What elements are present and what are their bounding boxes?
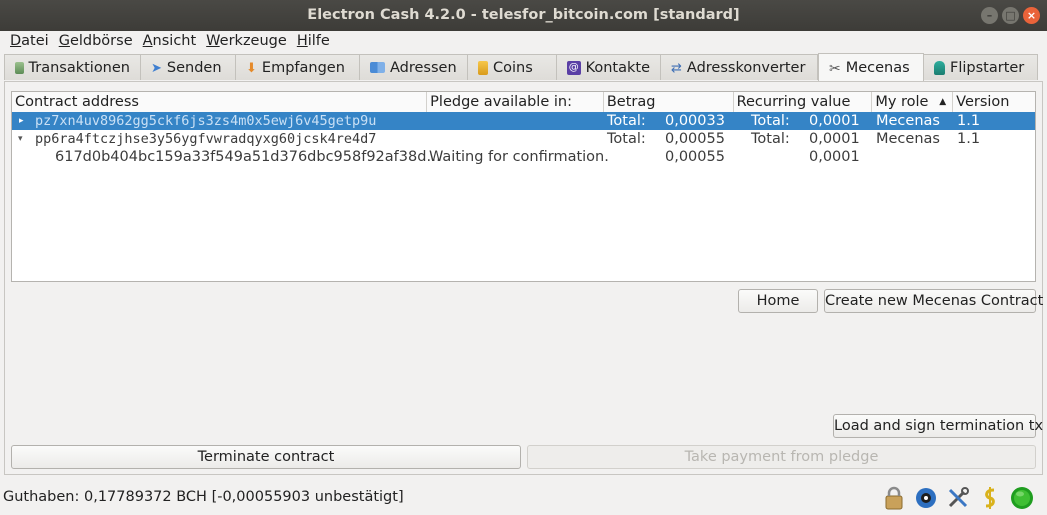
tab-label: Kontakte bbox=[585, 59, 650, 76]
menu-werkzeuge[interactable]: Werkzeuge bbox=[201, 31, 292, 53]
receive-icon: ⬇ bbox=[246, 60, 257, 76]
tab-senden[interactable]: ➤ Senden bbox=[141, 54, 236, 80]
menu-bar: Datei Geldbörse Ansicht Werkzeuge Hilfe bbox=[0, 31, 1047, 53]
load-sign-termination-button[interactable]: Load and sign termination tx bbox=[833, 414, 1043, 438]
pledge-status: Waiting for confirmation. bbox=[429, 149, 609, 165]
tab-label: Mecenas bbox=[845, 59, 910, 76]
contracts-tree[interactable]: Contract address Pledge available in: Be… bbox=[11, 91, 1036, 282]
contacts-icon: @ bbox=[567, 60, 581, 75]
table-row[interactable]: ▾ pp6ra4ftczjhse3y56ygfvwradqyxg60jcsk4r… bbox=[12, 130, 1035, 148]
menu-mnemonic: H bbox=[296, 33, 308, 49]
recurring-value: 0,0001 bbox=[809, 113, 860, 129]
transaction-id: 617d0b404bc159a33f549a51d376dbc958f92af3… bbox=[55, 149, 441, 165]
column-recurring-value[interactable]: Recurring value bbox=[734, 92, 873, 112]
tab-kontakte[interactable]: @ Kontakte bbox=[557, 54, 661, 80]
betrag-label: Total: bbox=[607, 131, 646, 147]
role-value: Mecenas bbox=[876, 113, 940, 129]
tab-mecenas[interactable]: ✂ Mecenas bbox=[818, 53, 924, 81]
tab-adressen[interactable]: Adressen bbox=[360, 54, 468, 80]
betrag-value: 0,00055 bbox=[665, 131, 725, 147]
tab-empfangen[interactable]: ⬇ Empfangen bbox=[236, 54, 360, 80]
recurring-value: 0,0001 bbox=[809, 149, 860, 165]
tab-transaktionen[interactable]: Transaktionen bbox=[4, 54, 141, 80]
column-label: My role bbox=[875, 94, 929, 110]
column-my-role[interactable]: My role ▲ bbox=[872, 92, 954, 112]
betrag-value: 0,00055 bbox=[665, 149, 725, 165]
menu-datei[interactable]: Datei bbox=[0, 31, 54, 53]
version-value: 1.1 bbox=[957, 113, 981, 129]
menu-geldboerse[interactable]: Geldbörse bbox=[54, 31, 138, 53]
terminate-contract-button[interactable]: Terminate contract bbox=[11, 445, 521, 469]
status-icons bbox=[881, 485, 1035, 511]
tools-icon[interactable] bbox=[945, 485, 971, 511]
transactions-icon bbox=[15, 61, 24, 74]
tab-flipstarter[interactable]: Flipstarter bbox=[924, 54, 1038, 80]
network-status-icon[interactable] bbox=[1009, 485, 1035, 511]
addresses-icon bbox=[370, 62, 385, 73]
create-mecenas-contract-button[interactable]: Create new Mecenas Contract bbox=[824, 289, 1043, 313]
menu-label: nsicht bbox=[152, 33, 197, 49]
tab-adresskonverter[interactable]: ⇄ Adresskonverter bbox=[661, 54, 818, 80]
preferences-icon[interactable] bbox=[913, 485, 939, 511]
lock-icon[interactable] bbox=[881, 485, 907, 511]
expand-arrow-icon[interactable]: ▸ bbox=[19, 112, 24, 130]
recurring-label: Total: bbox=[751, 113, 790, 129]
betrag-label: Total: bbox=[607, 113, 646, 129]
flipstarter-icon bbox=[934, 60, 945, 75]
title-bar: Electron Cash 4.2.0 - telesfor_bitcoin.c… bbox=[0, 0, 1047, 31]
converter-icon: ⇄ bbox=[671, 60, 682, 76]
menu-mnemonic: G bbox=[58, 33, 70, 49]
tab-label: Adressen bbox=[390, 59, 457, 76]
coins-icon bbox=[478, 60, 488, 75]
menu-ansicht[interactable]: Ansicht bbox=[138, 31, 202, 53]
table-header: Contract address Pledge available in: Be… bbox=[12, 92, 1035, 113]
recurring-value: 0,0001 bbox=[809, 131, 860, 147]
minimize-button[interactable]: – bbox=[981, 7, 998, 24]
tab-label: Coins bbox=[493, 59, 533, 76]
seed-icon[interactable] bbox=[977, 485, 1003, 511]
betrag-value: 0,00033 bbox=[665, 113, 725, 129]
menu-label: ilfe bbox=[307, 33, 330, 49]
collapse-arrow-icon[interactable]: ▾ bbox=[18, 130, 23, 148]
window-controls: – □ × bbox=[981, 7, 1040, 24]
balance-status: Guthaben: 0,17789372 BCH [-0,00055903 un… bbox=[3, 489, 404, 505]
recurring-label: Total: bbox=[751, 131, 790, 147]
window-title: Electron Cash 4.2.0 - telesfor_bitcoin.c… bbox=[307, 7, 740, 23]
table-row[interactable]: ▸ pz7xn4uv8962gg5ckf6js3zs4m0x5ewj6v45ge… bbox=[12, 112, 1035, 130]
sort-ascending-icon: ▲ bbox=[939, 97, 947, 107]
maximize-button[interactable]: □ bbox=[1002, 7, 1019, 24]
tab-label: Flipstarter bbox=[950, 59, 1025, 76]
column-contract-address[interactable]: Contract address bbox=[12, 92, 428, 112]
tab-label: Empfangen bbox=[261, 59, 345, 76]
menu-hilfe[interactable]: Hilfe bbox=[292, 31, 335, 53]
menu-mnemonic: A bbox=[142, 33, 153, 49]
home-button[interactable]: Home bbox=[738, 289, 818, 313]
column-version[interactable]: Version bbox=[953, 92, 1035, 112]
tools-icon: ✂ bbox=[829, 60, 841, 77]
tab-coins[interactable]: Coins bbox=[468, 54, 557, 80]
take-payment-button[interactable]: Take payment from pledge bbox=[527, 445, 1036, 469]
menu-mnemonic: W bbox=[206, 33, 220, 49]
column-pledge-available[interactable]: Pledge available in: bbox=[427, 92, 604, 112]
menu-label: atei bbox=[21, 33, 49, 49]
menu-label: eldbörse bbox=[69, 33, 133, 49]
menu-label: erkzeuge bbox=[219, 33, 287, 49]
tab-label: Adresskonverter bbox=[686, 59, 806, 76]
contract-address: pp6ra4ftczjhse3y56ygfvwradqyxg60jcsk4re4… bbox=[35, 131, 377, 147]
tab-label: Senden bbox=[166, 59, 222, 76]
contract-address: pz7xn4uv8962gg5ckf6js3zs4m0x5ewj6v45getp… bbox=[35, 113, 377, 129]
role-value: Mecenas bbox=[876, 131, 940, 147]
version-value: 1.1 bbox=[957, 131, 981, 147]
tab-bar: Transaktionen ➤ Senden ⬇ Empfangen Adres… bbox=[4, 53, 1038, 81]
send-icon: ➤ bbox=[151, 60, 162, 76]
tab-label: Transaktionen bbox=[28, 59, 131, 76]
table-row[interactable]: 617d0b404bc159a33f549a51d376dbc958f92af3… bbox=[12, 148, 1035, 166]
menu-mnemonic: D bbox=[10, 33, 22, 49]
column-betrag[interactable]: Betrag bbox=[604, 92, 734, 112]
close-button[interactable]: × bbox=[1023, 7, 1040, 24]
